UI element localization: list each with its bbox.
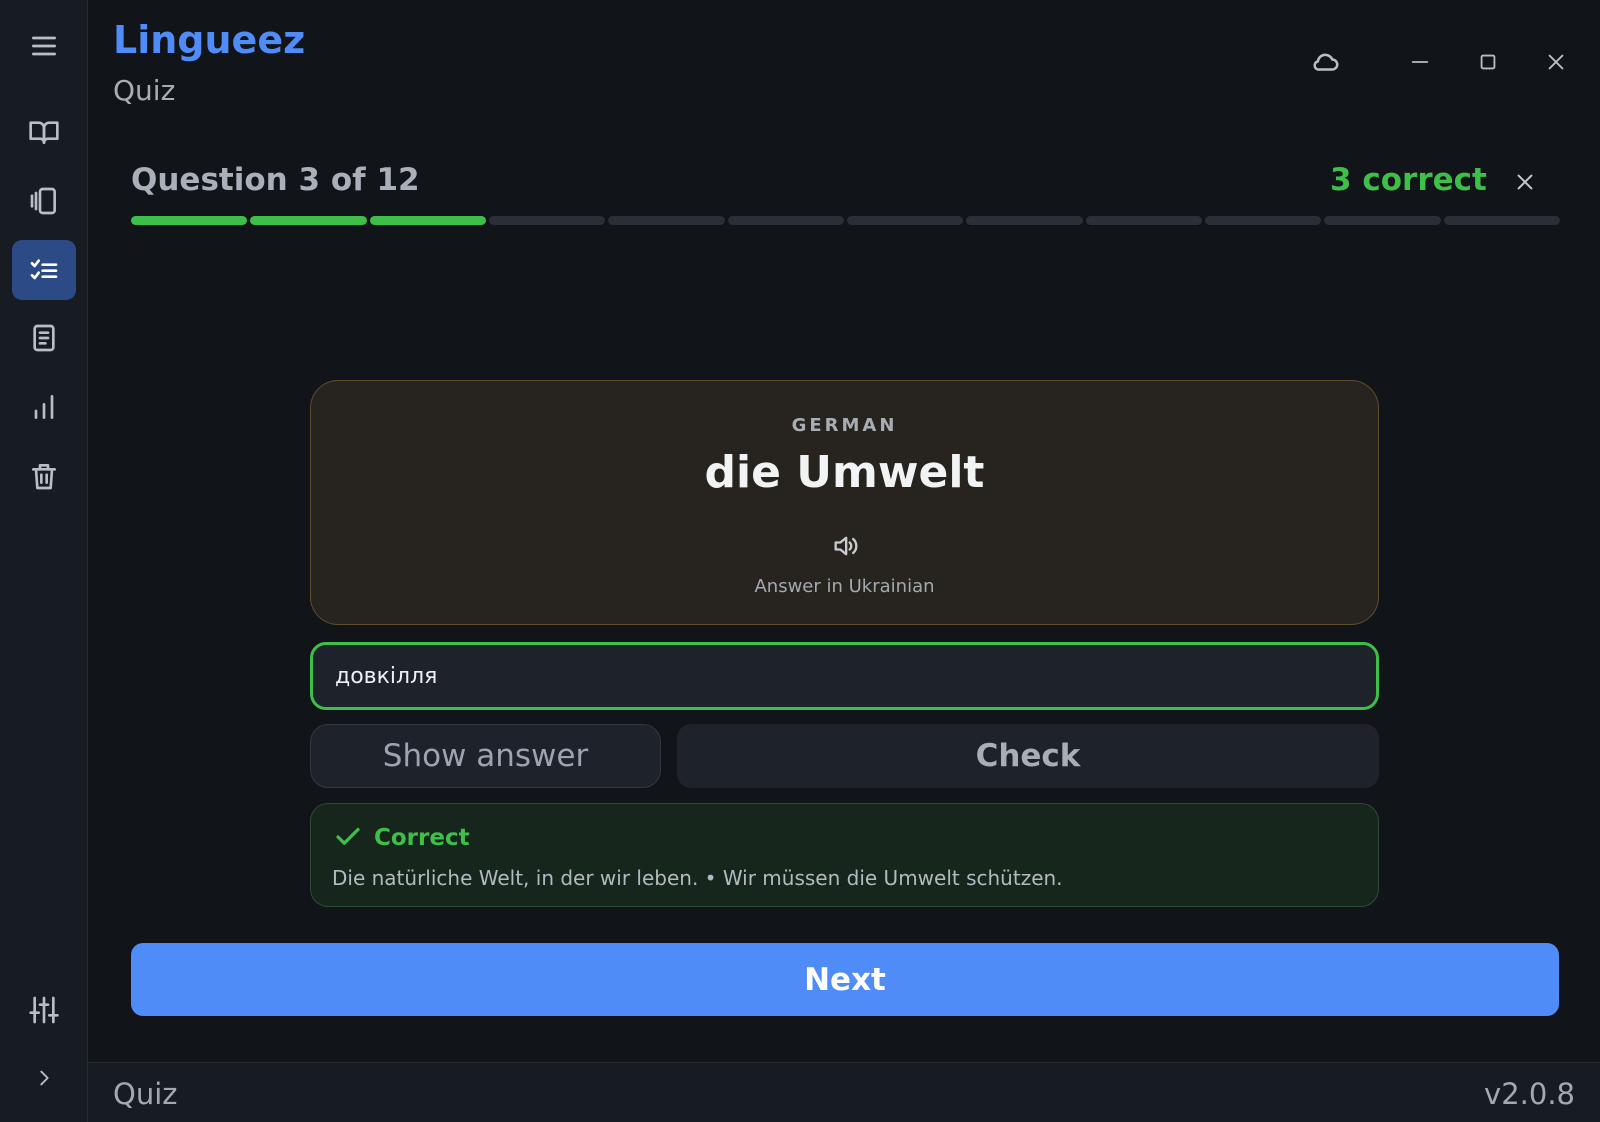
menu-icon	[32, 36, 56, 56]
maximize-icon	[1480, 54, 1496, 70]
exit-quiz-button[interactable]	[1505, 162, 1545, 202]
progress-segment	[966, 216, 1083, 225]
check-button[interactable]: Check	[677, 724, 1379, 788]
flashcards-icon	[30, 187, 56, 215]
trash-icon	[32, 464, 56, 490]
close-icon	[1517, 174, 1533, 190]
next-button[interactable]: Next	[131, 943, 1559, 1016]
sidebar-item-dictionary[interactable]	[12, 102, 76, 162]
menu-button[interactable]	[12, 16, 76, 76]
sidebar-item-flashcards[interactable]	[12, 171, 76, 231]
app-title: Lingueez	[113, 18, 306, 62]
quiz-word: die Umwelt	[704, 447, 985, 498]
progress-segment	[369, 216, 486, 225]
show-answer-button[interactable]: Show answer	[310, 724, 661, 788]
close-window-button[interactable]	[1536, 42, 1576, 82]
bar-chart-icon	[34, 395, 54, 419]
answer-input[interactable]	[310, 642, 1379, 710]
correct-count: 3 correct	[1330, 162, 1487, 198]
sidebar-expand-button[interactable]	[12, 1048, 76, 1108]
word-card: GERMAN die Umwelt Answer in Ukrainian	[310, 380, 1379, 625]
sidebar-item-statistics[interactable]	[12, 377, 76, 437]
chevron-right-icon	[40, 1070, 49, 1086]
progress-segment	[1085, 216, 1202, 225]
progress-segment	[1324, 216, 1441, 225]
quiz-progress-bar	[131, 216, 1560, 225]
cloud-icon	[1313, 53, 1339, 71]
feedback-title: Correct	[374, 825, 470, 851]
version-label: v2.0.8	[1484, 1077, 1575, 1111]
close-icon	[1548, 54, 1564, 70]
sidebar-item-trash[interactable]	[12, 446, 76, 506]
sidebar-item-notes[interactable]	[12, 308, 76, 368]
progress-segment	[131, 216, 248, 225]
sliders-icon	[29, 996, 59, 1024]
feedback-panel: Correct Die natürliche Welt, in der wir …	[310, 803, 1379, 907]
progress-segment	[608, 216, 725, 225]
speaker-icon	[834, 536, 858, 556]
maximize-button[interactable]	[1468, 42, 1508, 82]
progress-segment	[1204, 216, 1322, 225]
feedback-example: Die natürliche Welt, in der wir leben. •…	[332, 866, 1063, 890]
sidebar-item-quiz[interactable]	[12, 240, 76, 300]
question-counter: Question 3 of 12	[131, 162, 420, 198]
sidebar	[0, 0, 88, 1122]
status-section-label: Quiz	[113, 1077, 178, 1111]
document-icon	[33, 324, 55, 352]
page-subtitle: Quiz	[113, 74, 176, 107]
status-bar: Quiz v2.0.8	[88, 1062, 1600, 1122]
sync-button[interactable]	[1306, 42, 1346, 82]
progress-segment	[250, 216, 367, 225]
progress-segment	[1443, 216, 1560, 225]
progress-segment	[727, 216, 844, 225]
answer-language-hint: Answer in Ukrainian	[754, 576, 935, 597]
minimize-button[interactable]	[1400, 42, 1440, 82]
progress-segment	[846, 216, 964, 225]
quiz-checklist-icon	[30, 259, 58, 280]
progress-segment	[488, 216, 606, 225]
minimize-icon	[1411, 61, 1429, 63]
source-language-label: GERMAN	[791, 415, 898, 436]
sidebar-item-settings[interactable]	[12, 980, 76, 1040]
checkmark-icon	[333, 822, 363, 852]
open-book-icon	[29, 121, 59, 144]
app-window: Lingueez Quiz Question 3 of 12 3 correct…	[0, 0, 1600, 1122]
play-audio-button[interactable]	[825, 526, 865, 566]
